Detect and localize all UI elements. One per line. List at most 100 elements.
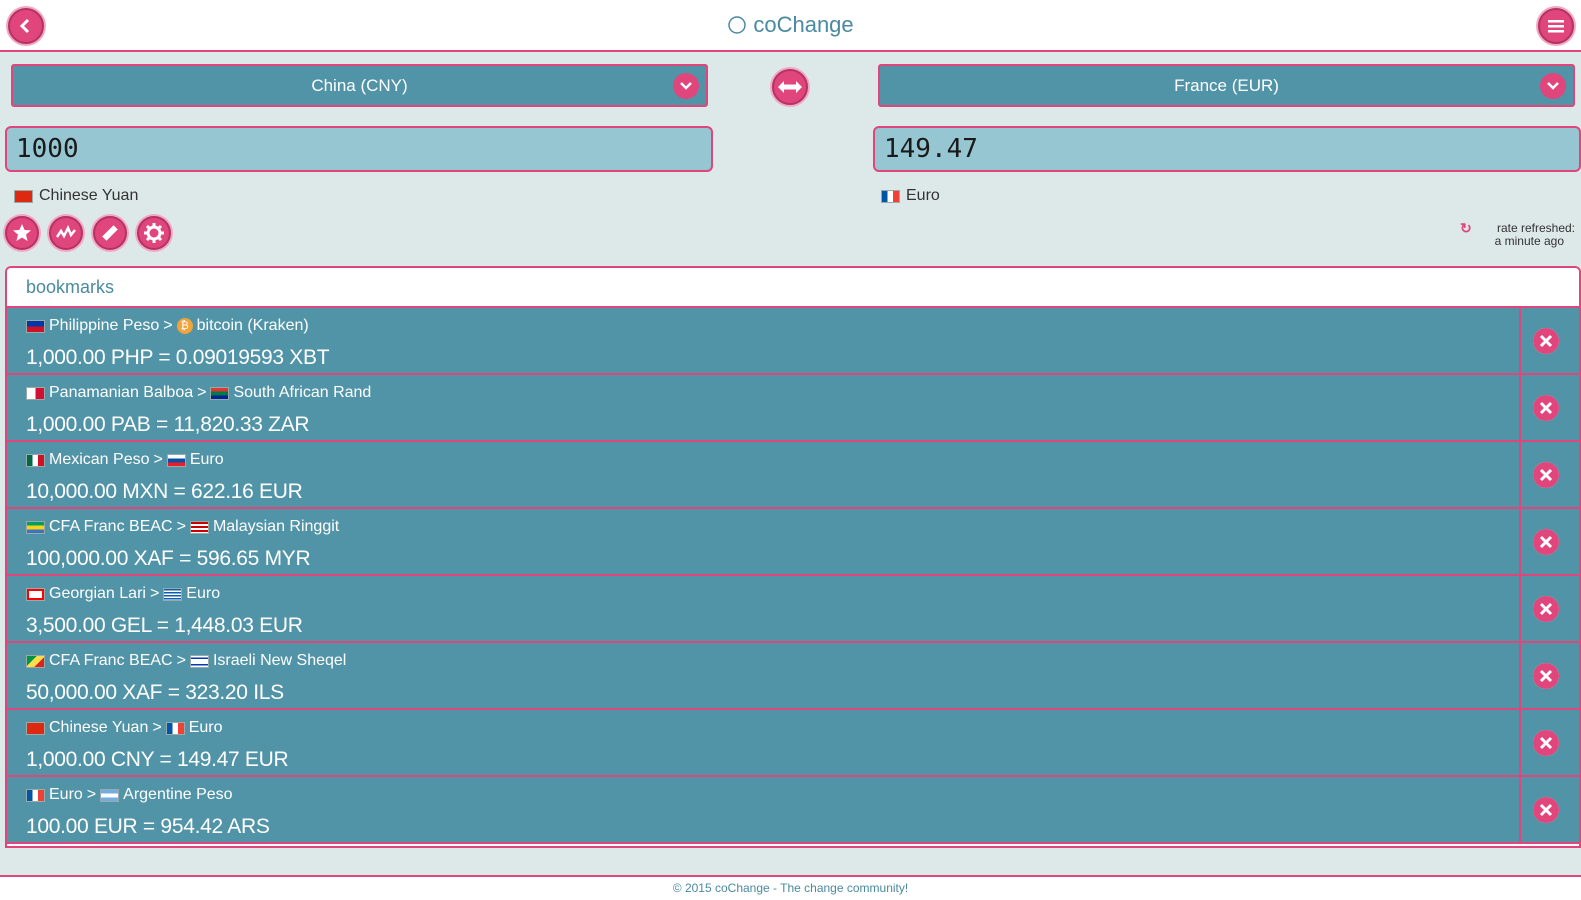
south-africa-flag-icon <box>210 386 230 400</box>
to-currency-name: Euro <box>881 187 940 205</box>
pair-separator: > <box>152 719 162 736</box>
bookmarks-list: Philippine Peso > ₿ bitcoin (Kraken) 1,0… <box>7 308 1579 844</box>
pair-separator: > <box>197 384 207 401</box>
delete-bookmark-button[interactable] <box>1533 730 1559 756</box>
bookmark-to: Malaysian Ringgit <box>212 518 340 535</box>
mexico-flag-icon <box>26 453 45 467</box>
bookmark-button[interactable] <box>5 216 39 250</box>
bookmark-item[interactable]: Chinese Yuan > Euro 1,000.00 CNY = 149.4… <box>7 710 1521 775</box>
bookmark-item[interactable]: Georgian Lari > Euro 3,500.00 GEL = 1,44… <box>7 576 1521 641</box>
delete-bookmark-button[interactable] <box>1533 395 1559 421</box>
menu-button[interactable] <box>1538 8 1574 44</box>
bookmark-to: Euro <box>186 585 221 602</box>
bookmark-row: Georgian Lari > Euro 3,500.00 GEL = 1,44… <box>7 576 1579 643</box>
bookmark-item[interactable]: CFA Franc BEAC > Israeli New Sheqel 50,0… <box>7 643 1521 708</box>
bookmark-pair: CFA Franc BEAC > Malaysian Ringgit <box>26 518 339 536</box>
from-currency-name-text: Chinese Yuan <box>39 187 139 204</box>
pair-separator: > <box>163 317 173 334</box>
refresh-line-2: a minute ago <box>1494 234 1564 248</box>
chart-button[interactable] <box>49 216 83 250</box>
delete-bookmark-button[interactable] <box>1533 663 1559 689</box>
gear-icon <box>144 223 164 243</box>
bookmark-pair: Euro > Argentine Peso <box>26 786 233 804</box>
close-icon <box>1533 462 1559 488</box>
bookmark-to: Israeli New Sheqel <box>212 652 347 669</box>
bookmark-from: Euro <box>49 786 83 803</box>
bookmark-rate: 100.00 EUR = 954.42 ARS <box>26 815 270 838</box>
bookmark-rate: 3,500.00 GEL = 1,448.03 EUR <box>26 614 303 637</box>
close-icon <box>1533 328 1559 354</box>
close-icon <box>1533 797 1559 823</box>
close-icon <box>1533 730 1559 756</box>
bookmark-row: Chinese Yuan > Euro 1,000.00 CNY = 149.4… <box>7 710 1579 777</box>
bookmarks-panel: bookmarks Philippine Peso > ₿ bitcoin (K… <box>5 266 1581 848</box>
to-currency-select-label: France (EUR) <box>1174 75 1279 95</box>
bookmark-from: CFA Franc BEAC <box>49 518 173 535</box>
bookmark-from: Chinese Yuan <box>49 719 149 736</box>
delete-bookmark-button[interactable] <box>1533 596 1559 622</box>
pair-separator: > <box>176 518 186 535</box>
pair-separator: > <box>86 786 97 803</box>
france-flag-icon <box>881 189 900 203</box>
swap-arrows-icon <box>778 81 802 93</box>
chevron-down-icon <box>1540 73 1566 99</box>
pair-separator: > <box>149 585 160 602</box>
ruler-icon <box>102 225 118 241</box>
bitcoin-icon: ₿ <box>176 318 193 334</box>
bookmark-to: bitcoin (Kraken) <box>196 317 309 334</box>
slovakia-flag-icon <box>166 453 186 467</box>
argentina-flag-icon <box>100 788 120 802</box>
bookmark-rate: 10,000.00 MXN = 622.16 EUR <box>26 480 303 503</box>
bookmark-pair: Philippine Peso > ₿ bitcoin (Kraken) <box>26 317 309 335</box>
chart-line-icon <box>56 225 76 239</box>
delete-bookmark-button[interactable] <box>1533 797 1559 823</box>
congo-flag-icon <box>26 654 45 668</box>
bookmark-item[interactable]: Panamanian Balboa > South African Rand 1… <box>7 375 1521 440</box>
delete-bookmark-button[interactable] <box>1533 462 1559 488</box>
bookmark-row: Mexican Peso > Euro 10,000.00 MXN = 622.… <box>7 442 1579 509</box>
delete-bookmark-button[interactable] <box>1533 529 1559 555</box>
panama-flag-icon <box>26 386 45 400</box>
bookmark-to: Euro <box>188 719 223 736</box>
swap-currencies-button[interactable] <box>772 69 808 105</box>
bookmark-rate: 1,000.00 PAB = 11,820.33 ZAR <box>26 413 310 436</box>
delete-bookmark-button[interactable] <box>1533 328 1559 354</box>
footer: © 2015 coChange - The change community! <box>0 875 1581 900</box>
bookmark-item[interactable]: Mexican Peso > Euro 10,000.00 MXN = 622.… <box>7 442 1521 507</box>
gabon-flag-icon <box>26 520 45 534</box>
rate-refresh-status[interactable]: ↻ rate refreshed: a minute ago <box>1460 221 1575 248</box>
bookmark-from: Philippine Peso <box>49 317 160 334</box>
bookmark-item[interactable]: Philippine Peso > ₿ bitcoin (Kraken) 1,0… <box>7 308 1521 373</box>
bookmark-row: CFA Franc BEAC > Israeli New Sheqel 50,0… <box>7 643 1579 710</box>
close-icon <box>1533 529 1559 555</box>
toolbar <box>5 216 171 250</box>
bookmark-from: Panamanian Balboa <box>49 384 194 401</box>
app-title-text: coChange <box>753 12 854 37</box>
bookmark-item[interactable]: Euro > Argentine Peso 100.00 EUR = 954.4… <box>7 777 1521 842</box>
bookmark-pair: Mexican Peso > Euro <box>26 451 224 469</box>
bookmark-row: Panamanian Balboa > South African Rand 1… <box>7 375 1579 442</box>
close-icon <box>1533 596 1559 622</box>
bookmark-pair: Chinese Yuan > Euro <box>26 719 222 737</box>
from-currency-name: Chinese Yuan <box>14 187 138 205</box>
calculator-button[interactable] <box>93 216 127 250</box>
bookmark-item[interactable]: CFA Franc BEAC > Malaysian Ringgit 100,0… <box>7 509 1521 574</box>
to-currency-select[interactable]: France (EUR) <box>878 64 1575 107</box>
bookmark-pair: Panamanian Balboa > South African Rand <box>26 384 371 402</box>
pair-separator: > <box>153 451 163 468</box>
settings-button[interactable] <box>137 216 171 250</box>
hamburger-icon <box>1548 20 1564 33</box>
from-currency-select[interactable]: China (CNY) <box>11 64 708 107</box>
from-amount-input[interactable]: 1000 <box>5 126 713 172</box>
to-currency-name-text: Euro <box>906 187 940 204</box>
bookmark-to: Argentine Peso <box>123 786 233 803</box>
chevron-down-icon <box>673 73 699 99</box>
compass-icon <box>728 16 747 34</box>
bookmark-rate: 1,000.00 CNY = 149.47 EUR <box>26 748 289 771</box>
close-icon <box>1533 395 1559 421</box>
china-flag-icon <box>26 721 45 735</box>
bookmark-pair: CFA Franc BEAC > Israeli New Sheqel <box>26 652 346 670</box>
bookmark-to: South African Rand <box>233 384 372 401</box>
bookmark-row: Euro > Argentine Peso 100.00 EUR = 954.4… <box>7 777 1579 844</box>
to-amount-input[interactable]: 149.47 <box>873 126 1581 172</box>
